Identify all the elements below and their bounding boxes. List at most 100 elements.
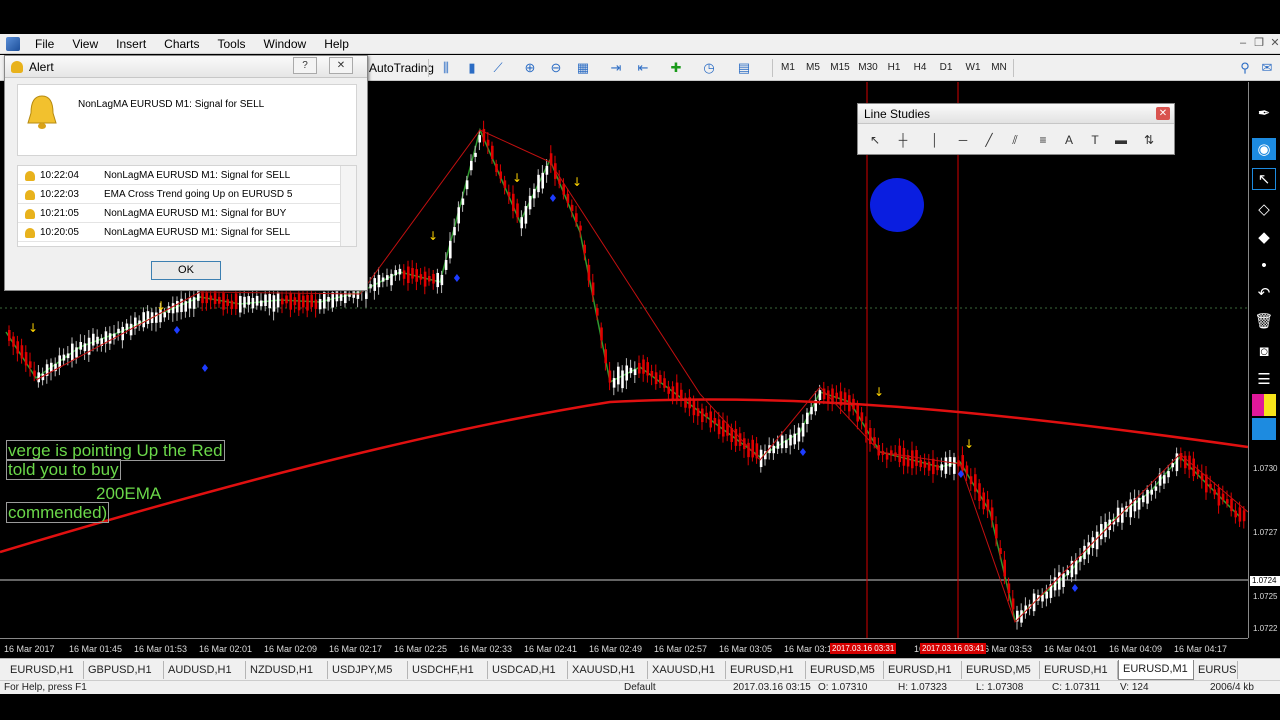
eraser-icon[interactable]: ◆ — [1252, 226, 1276, 248]
symbol-tab[interactable]: USDCAD,H1 — [488, 661, 568, 679]
pointer-icon[interactable]: ↖ — [1252, 168, 1276, 190]
color-blue-icon[interactable] — [1252, 418, 1276, 440]
crosshair-icon[interactable]: ┼ — [892, 130, 914, 150]
candle-body — [646, 362, 649, 376]
alert-row[interactable]: 10:21:05 NonLagMA EURUSD M1: Signal for B… — [18, 204, 340, 223]
channel-icon[interactable]: ⫽ — [1004, 130, 1026, 150]
alert-history-list[interactable]: 10:16:20 NonLagMA EURUSD M1: Signal for B… — [17, 165, 357, 247]
timeframe-h4[interactable]: H4 — [910, 59, 930, 77]
candle-body — [629, 367, 633, 374]
ok-button[interactable]: OK — [151, 261, 221, 280]
undo-icon[interactable]: ↶ — [1252, 282, 1276, 304]
indicators-icon[interactable]: ✚ — [665, 58, 687, 78]
ruler-icon[interactable]: ◇ — [1252, 198, 1276, 220]
pen-icon[interactable]: ✒ — [1252, 102, 1276, 124]
alert-row[interactable]: 10:20:05 NonLagMA EURUSD M1: Signal for S… — [18, 223, 340, 242]
help-button[interactable]: ? — [293, 57, 317, 74]
timeframe-m15[interactable]: M15 — [827, 59, 853, 77]
symbol-tab[interactable]: EURUSD,H1 — [6, 661, 84, 679]
timeframe-m30[interactable]: M30 — [855, 59, 881, 77]
line-studies-close-button[interactable]: ✕ — [1156, 107, 1170, 120]
alert-title-bar[interactable]: Alert ? ✕ — [5, 56, 367, 78]
chart-shift-icon[interactable]: ⇥ — [605, 58, 627, 78]
alert-row[interactable]: 10:22:03 EMA Cross Trend going Up on EURU… — [18, 185, 340, 204]
zoom-out-icon[interactable]: ⊖ — [545, 58, 567, 78]
alert-row[interactable]: 10:16:20 NonLagMA EURUSD M1: Signal for B… — [18, 242, 340, 246]
candle-body — [503, 180, 507, 188]
symbol-tab[interactable]: EURUSD,M5 — [806, 661, 884, 679]
cursor-icon[interactable]: ↖ — [864, 130, 886, 150]
signal-arrow-up-icon: ♦ — [452, 272, 462, 285]
candle-body — [801, 422, 805, 437]
symbol-tab[interactable]: AUDUSD,H1 — [164, 661, 246, 679]
status-bar: For Help, press F1 Default 2017.03.16 03… — [0, 680, 1280, 694]
menu-window[interactable]: Window — [255, 34, 316, 54]
menu-tools[interactable]: Tools — [209, 34, 255, 54]
candle-body — [507, 192, 511, 197]
timeframe-mn[interactable]: MN — [988, 59, 1010, 77]
candle-body — [1171, 463, 1174, 468]
candlestick-icon[interactable]: ▮ — [461, 58, 483, 78]
candle-body — [772, 445, 775, 454]
text-icon[interactable]: A — [1058, 130, 1080, 150]
symbol-tab[interactable]: EURUSD,M5 — [962, 661, 1040, 679]
symbol-tab[interactable]: EURUSD,H1 — [726, 661, 806, 679]
zoom-in-icon[interactable]: ⊕ — [519, 58, 541, 78]
menu-insert[interactable]: Insert — [107, 34, 155, 54]
autoscroll-icon[interactable]: ⇤ — [632, 58, 654, 78]
list-icon[interactable]: ☰ — [1252, 368, 1276, 390]
restore-icon[interactable]: ❐ — [1252, 37, 1266, 50]
trendline-icon[interactable]: ╱ — [978, 130, 1000, 150]
alert-close-button[interactable]: ✕ — [329, 57, 353, 74]
minimize-icon[interactable]: – — [1236, 37, 1250, 50]
line-studies-toolbar[interactable]: Line Studies ✕ ↖ ┼ │ ─ ╱ ⫽ ≡ A T ▬ ⇅ — [857, 103, 1175, 155]
symbol-tab[interactable]: EURUSD,H1 — [1040, 661, 1118, 679]
arrows-menu-icon[interactable]: ⇅ — [1138, 130, 1160, 150]
symbol-tab[interactable]: USDJPY,M5 — [328, 661, 408, 679]
chat-icon[interactable]: ✉ — [1256, 58, 1278, 78]
bar-chart-icon[interactable]: ⫼ — [435, 58, 457, 78]
candle-body — [108, 333, 112, 344]
candle-body — [1167, 471, 1170, 478]
timeframe-m1[interactable]: M1 — [778, 59, 798, 77]
text-label-icon[interactable]: T — [1084, 130, 1106, 150]
line-studies-title-bar[interactable]: Line Studies ✕ — [858, 104, 1174, 124]
symbol-tab[interactable]: USDCHF,H1 — [408, 661, 488, 679]
menu-help[interactable]: Help — [315, 34, 358, 54]
menu-file[interactable]: File — [26, 34, 63, 54]
timeframe-d1[interactable]: D1 — [936, 59, 956, 77]
trash-icon[interactable]: 🗑 — [1252, 310, 1276, 332]
periods-icon[interactable]: ◷ — [698, 58, 720, 78]
camera-icon[interactable]: ◙ — [1252, 340, 1276, 362]
timeframe-h1[interactable]: H1 — [884, 59, 904, 77]
color-palette-icon[interactable] — [1252, 394, 1276, 416]
horizontal-line-icon[interactable]: ─ — [952, 130, 974, 150]
eye-icon[interactable]: ◉ — [1252, 138, 1276, 160]
fibonacci-icon[interactable]: ≡ — [1032, 130, 1054, 150]
symbol-tab[interactable]: NZDUSD,H1 — [246, 661, 328, 679]
symbol-tab[interactable]: EURUSD,H1 — [884, 661, 962, 679]
timeframe-m5[interactable]: M5 — [803, 59, 823, 77]
candle-body — [117, 328, 120, 334]
alert-list-scrollbar[interactable] — [340, 166, 356, 246]
vertical-line-icon[interactable]: │ — [924, 130, 946, 150]
templates-icon[interactable]: ▤ — [733, 58, 755, 78]
menu-view[interactable]: View — [63, 34, 107, 54]
symbol-tab[interactable]: XAUUSD,H1 — [568, 661, 648, 679]
tile-windows-icon[interactable]: ▦ — [572, 58, 594, 78]
autotrading-button[interactable]: AutoTrading — [369, 59, 434, 77]
alert-row[interactable]: 10:22:04 NonLagMA EURUSD M1: Signal for S… — [18, 166, 340, 185]
timeframe-w1[interactable]: W1 — [962, 59, 984, 77]
close-icon[interactable]: ✕ — [1268, 37, 1280, 50]
menu-charts[interactable]: Charts — [155, 34, 208, 54]
symbol-tab[interactable]: EURUSD,M1 — [1118, 660, 1194, 680]
candle-body — [71, 343, 74, 361]
search-icon[interactable]: ⚲ — [1234, 58, 1256, 78]
alert-dialog[interactable]: Alert ? ✕ NonLagMA EURUSD M1: Signal for… — [4, 55, 368, 291]
dot-icon[interactable]: • — [1252, 254, 1276, 276]
line-chart-icon[interactable]: ⟋ — [487, 58, 509, 78]
label-icon[interactable]: ▬ — [1110, 130, 1132, 150]
symbol-tab[interactable]: EURUSI — [1194, 661, 1238, 679]
symbol-tab[interactable]: GBPUSD,H1 — [84, 661, 164, 679]
symbol-tab[interactable]: XAUUSD,H1 — [648, 661, 726, 679]
